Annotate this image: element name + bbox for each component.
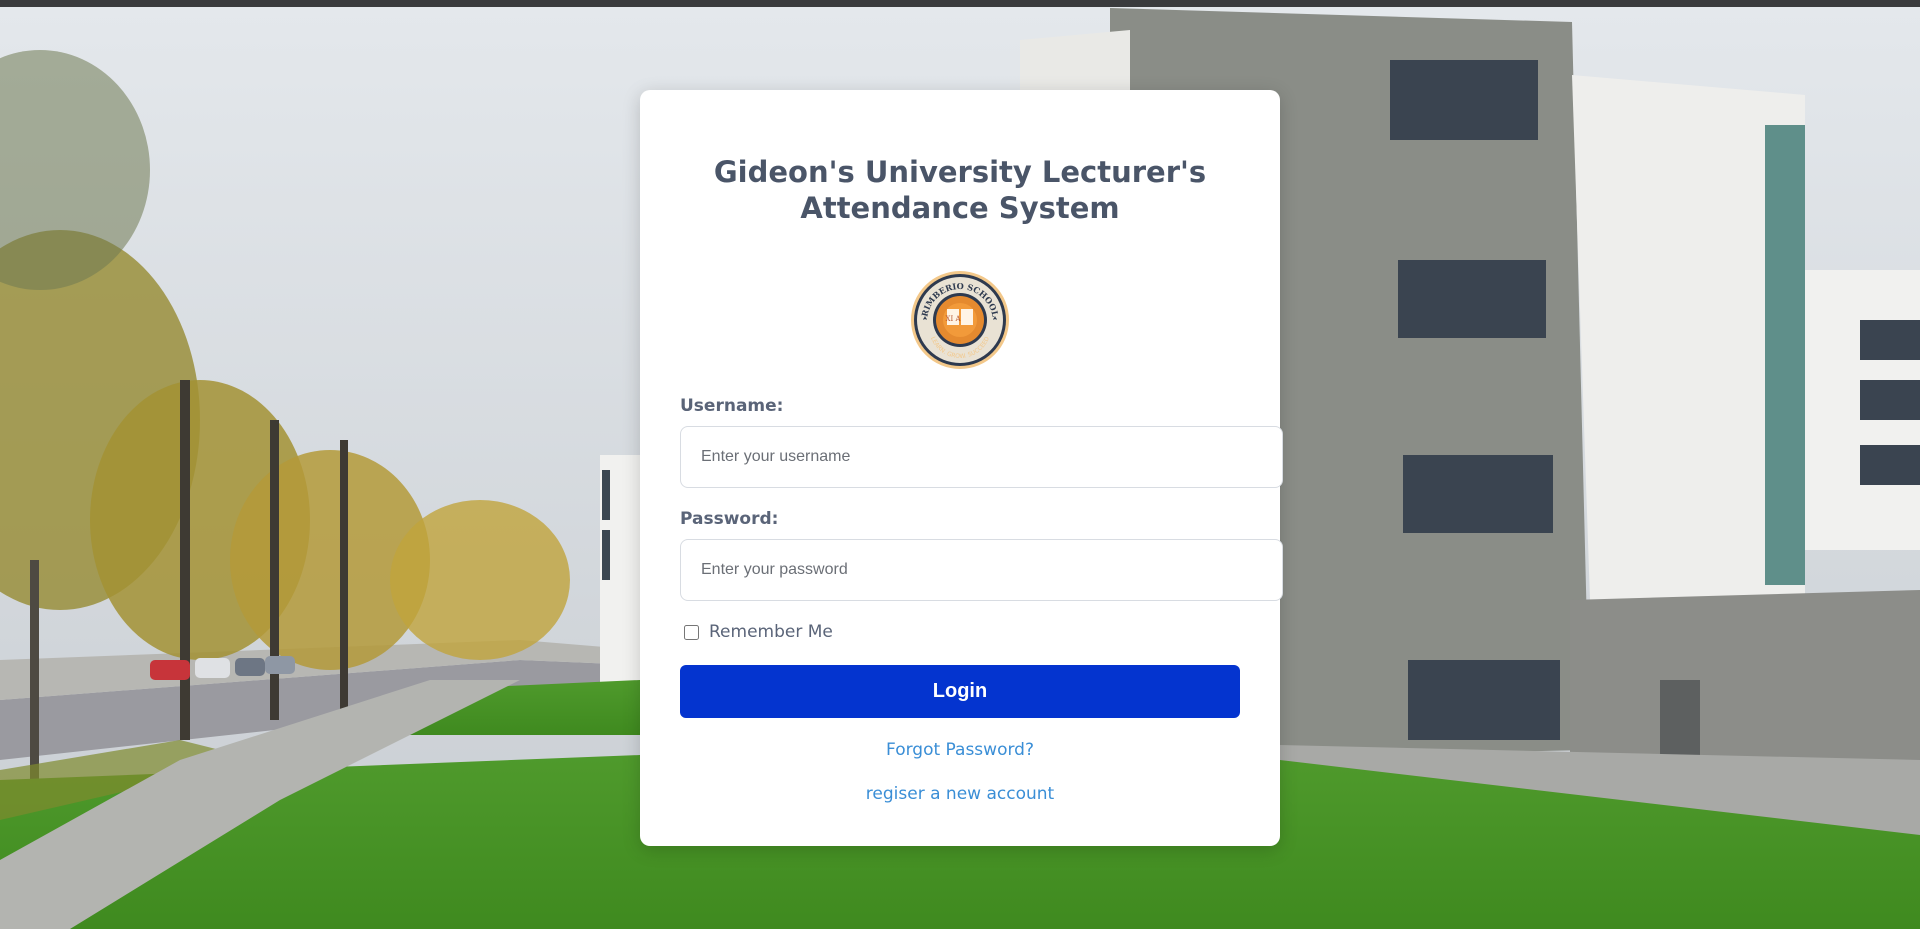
register-account-link[interactable]: regiser a new account [640, 784, 1280, 804]
login-button[interactable]: Login [680, 665, 1240, 718]
remember-me-label: Remember Me [709, 622, 833, 642]
forgot-password-link[interactable]: Forgot Password? [640, 740, 1280, 760]
username-input[interactable] [680, 426, 1283, 488]
password-label: Password: [680, 509, 779, 529]
password-input[interactable] [680, 539, 1283, 601]
remember-me-option[interactable]: Remember Me [684, 622, 833, 642]
browser-top-bar [0, 0, 1920, 7]
school-crest-icon: XI A RIMBERIO SCHOOL LEARN. GROW. SUCCEE… [911, 271, 1009, 369]
crest-badge-text: XI A [945, 315, 961, 323]
username-label: Username: [680, 396, 784, 416]
login-card: Gideon's University Lecturer's Attendanc… [640, 90, 1283, 846]
login-page: Gideon's University Lecturer's Attendanc… [0, 0, 1920, 929]
page-title: Gideon's University Lecturer's Attendanc… [713, 155, 1207, 225]
remember-me-checkbox[interactable] [684, 624, 699, 640]
